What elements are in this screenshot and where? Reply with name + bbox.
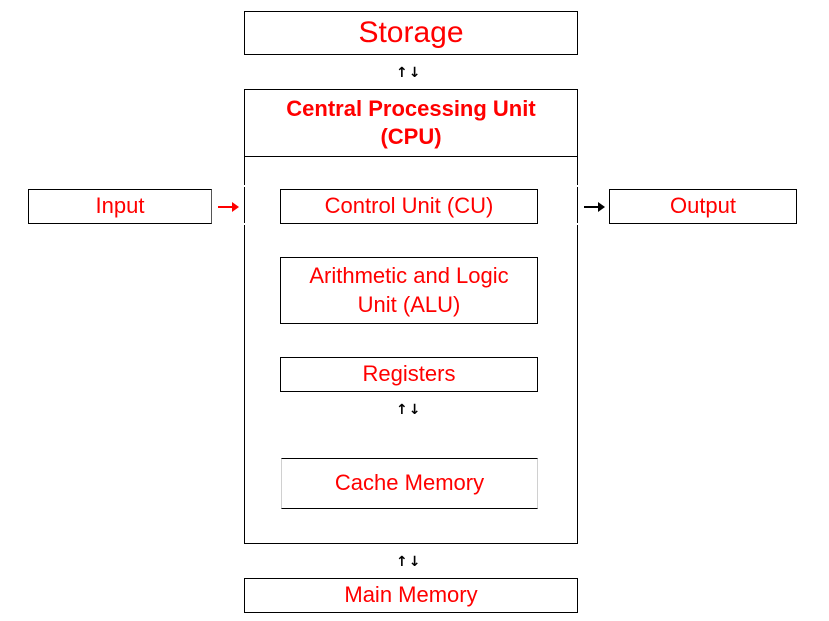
storage-label: Storage <box>358 15 464 49</box>
output-label: Output <box>669 193 737 219</box>
cpu-header: Central Processing Unit (CPU) <box>244 89 578 157</box>
cpu-border-gap <box>576 185 579 187</box>
arrow-head <box>598 202 605 212</box>
cpu-border-gap <box>576 223 579 225</box>
output-node: Output <box>609 189 797 224</box>
alu-node: Arithmetic and Logic Unit (ALU) <box>280 257 538 324</box>
registers-cache-bidirectional-arrow-icon: ↑↓ <box>396 402 422 418</box>
registers-label: Registers <box>362 361 456 387</box>
cpu-to-output-arrow-icon <box>584 202 606 212</box>
cpu-border-gap <box>243 223 246 225</box>
control-unit-label: Control Unit (CU) <box>324 193 494 219</box>
cache-memory-node: Cache Memory <box>281 458 538 509</box>
cpu-title-line2: (CPU) <box>380 124 442 149</box>
registers-node: Registers <box>280 357 538 392</box>
storage-cpu-bidirectional-arrow-icon: ↑↓ <box>396 65 422 81</box>
cpu-title-line1: Central Processing Unit <box>286 95 536 121</box>
storage-node: Storage <box>244 11 578 55</box>
alu-label-line1: Arithmetic and Logic <box>309 263 509 289</box>
cpu-main-memory-bidirectional-arrow-icon: ↑↓ <box>396 554 422 570</box>
main-memory-label: Main Memory <box>344 582 478 608</box>
alu-label-line2: Unit (ALU) <box>357 291 461 317</box>
input-label: Input <box>95 193 145 219</box>
input-to-cpu-arrow-icon <box>218 202 240 212</box>
arrow-head <box>232 202 239 212</box>
input-node: Input <box>28 189 212 224</box>
main-memory-node: Main Memory <box>244 578 578 613</box>
control-unit-node: Control Unit (CU) <box>280 189 538 224</box>
cache-memory-label: Cache Memory <box>334 470 485 496</box>
cpu-border-gap <box>243 185 246 187</box>
